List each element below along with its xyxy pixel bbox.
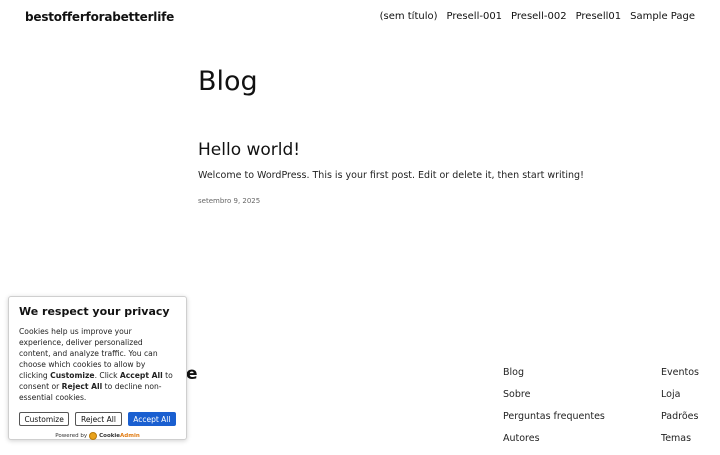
post-excerpt: Welcome to WordPress. This is your first…	[198, 170, 584, 181]
footer-link-temas[interactable]: Temas	[661, 433, 699, 455]
accept-all-button[interactable]: Accept All	[127, 412, 176, 426]
powered-by[interactable]: Powered by CookieAdmin	[19, 432, 176, 440]
footer-link-eventos[interactable]: Eventos	[661, 367, 699, 389]
nav-item-sample-page[interactable]: Sample Page	[630, 11, 695, 22]
cookieadmin-logo: CookieAdmin	[99, 433, 140, 439]
main-nav: (sem título) Presell-001 Presell-002 Pre…	[380, 11, 695, 22]
post-title-link[interactable]: Hello world!	[198, 140, 300, 160]
nav-item-sem-titulo[interactable]: (sem título)	[380, 11, 438, 22]
nav-item-presell-001[interactable]: Presell-001	[447, 11, 503, 22]
footer-links-column-a: Blog Sobre Perguntas frequentes Autores	[503, 367, 605, 455]
cookie-text-customize: Customize	[50, 371, 95, 380]
reject-all-button[interactable]: Reject All	[75, 412, 122, 426]
page-title: Blog	[198, 66, 258, 97]
footer-link-perguntas-frequentes[interactable]: Perguntas frequentes	[503, 411, 605, 433]
footer-links-column-b: Eventos Loja Padrões Temas	[661, 367, 699, 455]
footer-link-padroes[interactable]: Padrões	[661, 411, 699, 433]
cookie-title: We respect your privacy	[19, 305, 170, 318]
cookie-description: Cookies help us improve your experience,…	[19, 326, 176, 403]
footer-link-autores[interactable]: Autores	[503, 433, 605, 455]
footer-link-sobre[interactable]: Sobre	[503, 389, 605, 411]
powered-by-label: Powered by	[55, 433, 88, 439]
nav-item-presell-002[interactable]: Presell-002	[511, 11, 567, 22]
footer-link-blog[interactable]: Blog	[503, 367, 605, 389]
cookieadmin-logo-admin: Admin	[120, 433, 140, 439]
cookie-buttons: Customize Reject All Accept All	[19, 412, 176, 426]
cookieadmin-logo-cookie: Cookie	[99, 433, 121, 439]
footer-link-loja[interactable]: Loja	[661, 389, 699, 411]
cookie-text-accept: Accept All	[119, 371, 163, 380]
site-title[interactable]: bestofferforabetterlife	[25, 10, 174, 24]
nav-item-presell01[interactable]: Presell01	[576, 11, 622, 22]
cookie-text-reject: Reject All	[61, 382, 103, 391]
cookie-brand-icon	[89, 432, 98, 440]
post-date[interactable]: setembro 9, 2025	[198, 197, 260, 205]
customize-button[interactable]: Customize	[19, 412, 70, 426]
cookie-text-2: . Click	[94, 371, 120, 380]
cookie-consent-banner: We respect your privacy Cookies help us …	[8, 296, 187, 440]
footer-site-title-fragment: e	[186, 364, 198, 384]
